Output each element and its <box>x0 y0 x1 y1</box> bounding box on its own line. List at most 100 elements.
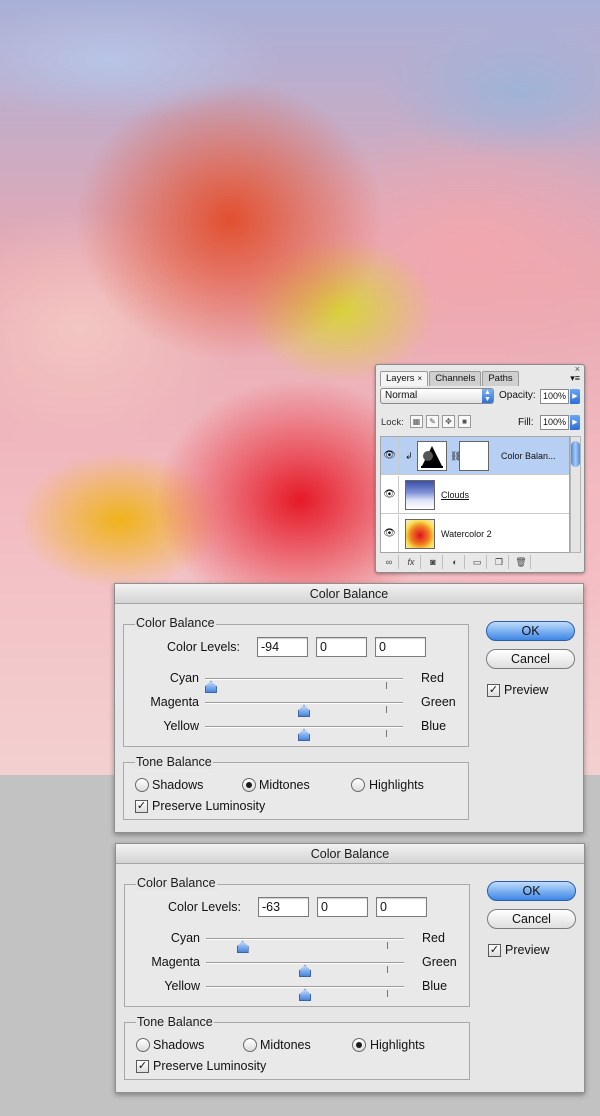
highlights-label: Highlights <box>369 778 424 792</box>
cancel-button[interactable]: Cancel <box>486 649 575 669</box>
fill-field[interactable]: 100% <box>540 415 569 430</box>
preview-checkbox[interactable]: ✓ <box>487 684 500 697</box>
layer-mask-thumbnail <box>459 441 489 471</box>
preserve-luminosity-checkbox[interactable]: ✓ <box>135 800 148 813</box>
cyan-red-slider-row: Cyan Red <box>124 929 470 953</box>
preview-checkbox[interactable]: ✓ <box>488 944 501 957</box>
fill-label: Fill: <box>518 417 534 428</box>
yellow-blue-slider-row: Yellow Blue <box>123 717 469 741</box>
dialog-title[interactable]: Color Balance <box>116 844 584 864</box>
lock-all-icon[interactable]: ■ <box>458 415 471 428</box>
layer-row-clouds[interactable]: 👁 Clouds <box>381 476 569 514</box>
layer-row-watercolor[interactable]: 👁 Watercolor 2 <box>381 515 569 552</box>
group-label: Color Balance <box>135 616 216 630</box>
tab-channels[interactable]: Channels <box>429 371 482 386</box>
magenta-green-slider[interactable] <box>205 702 403 717</box>
adjustment-layer-icon[interactable]: ◐ <box>446 555 465 569</box>
slider-handle[interactable] <box>298 729 310 741</box>
layer-name: Color Balan... <box>501 451 556 461</box>
magenta-green-slider-row: Magenta Green <box>123 693 469 717</box>
preserve-luminosity-label: Preserve Luminosity <box>152 799 266 813</box>
lock-label: Lock: <box>381 417 404 428</box>
add-mask-icon[interactable]: ◙ <box>424 555 443 569</box>
highlights-radio[interactable] <box>351 778 365 792</box>
layers-list: 👁 ↲ ⛓ Color Balan... 👁 Clouds 👁 Watercol… <box>380 436 570 553</box>
yellow-blue-level-input[interactable]: 0 <box>375 637 426 657</box>
eye-icon[interactable]: 👁 <box>381 476 399 514</box>
lock-position-icon[interactable]: ✥ <box>442 415 455 428</box>
ok-button[interactable]: OK <box>487 881 576 901</box>
shadows-label: Shadows <box>153 1038 205 1052</box>
midtones-radio[interactable] <box>243 1038 257 1052</box>
yellow-blue-level-input[interactable]: 0 <box>376 897 427 917</box>
magenta-green-slider[interactable] <box>206 962 404 977</box>
cancel-button[interactable]: Cancel <box>487 909 576 929</box>
preview-label: Preview <box>504 683 549 697</box>
preserve-luminosity-checkbox[interactable]: ✓ <box>136 1060 149 1073</box>
lock-image-icon[interactable]: ✎ <box>426 415 439 428</box>
tone-balance-label: Tone Balance <box>136 1015 214 1029</box>
fill-arrow-icon[interactable]: ▶ <box>570 415 580 430</box>
midtones-label: Midtones <box>260 1038 311 1052</box>
opacity-label: Opacity: <box>499 390 536 401</box>
group-label: Color Balance <box>136 876 217 890</box>
new-layer-icon[interactable]: ❐ <box>490 555 509 569</box>
yellow-blue-slider[interactable] <box>206 986 404 1001</box>
magenta-green-level-input[interactable]: 0 <box>316 637 367 657</box>
midtones-radio[interactable] <box>242 778 256 792</box>
layer-row-color-balance[interactable]: 👁 ↲ ⛓ Color Balan... <box>381 437 569 475</box>
cyan-red-level-input[interactable]: -94 <box>257 637 308 657</box>
color-balance-dialog: Color Balance Color Balance Color Levels… <box>114 583 584 833</box>
magenta-green-level-input[interactable]: 0 <box>317 897 368 917</box>
shadows-radio[interactable] <box>135 778 149 792</box>
color-levels-label: Color Levels: <box>168 900 241 914</box>
slider-handle[interactable] <box>204 681 217 693</box>
fx-icon[interactable]: fx <box>402 555 421 569</box>
layers-scrollbar[interactable] <box>570 436 581 553</box>
clip-arrow-icon: ↲ <box>405 451 413 461</box>
watercolor-thumbnail <box>405 519 435 549</box>
slider-handle[interactable] <box>299 965 311 977</box>
ok-button[interactable]: OK <box>486 621 575 641</box>
lock-transparency-icon[interactable]: ▦ <box>410 415 423 428</box>
highlights-radio[interactable] <box>352 1038 366 1052</box>
preview-label: Preview <box>505 943 550 957</box>
yellow-blue-slider-row: Yellow Blue <box>124 977 470 1001</box>
link-layers-icon[interactable]: ∞ <box>380 555 399 569</box>
layers-panel: × Layers × Channels Paths ▾≡ Normal ▲ ▼ Op… <box>375 364 585 573</box>
slider-handle[interactable] <box>299 989 311 1001</box>
slider-handle[interactable] <box>298 705 310 717</box>
balance-icon <box>421 446 443 468</box>
cyan-red-slider[interactable] <box>206 938 404 953</box>
trash-icon[interactable]: 🗑 <box>512 555 531 569</box>
eye-icon[interactable]: 👁 <box>381 437 399 475</box>
slider-handle[interactable] <box>236 941 249 953</box>
midtones-label: Midtones <box>259 778 310 792</box>
clouds-thumbnail <box>405 480 435 510</box>
eye-icon[interactable]: 👁 <box>381 515 399 552</box>
scroll-thumb[interactable] <box>571 441 580 467</box>
highlights-label: Highlights <box>370 1038 425 1052</box>
close-tab-icon[interactable]: × <box>418 374 423 383</box>
new-group-icon[interactable]: ▭ <box>468 555 487 569</box>
layer-name: Watercolor 2 <box>441 529 492 539</box>
opacity-arrow-icon[interactable]: ▶ <box>570 389 580 404</box>
tab-layers[interactable]: Layers × <box>380 371 429 386</box>
blend-mode-select[interactable]: Normal ▲ ▼ <box>380 388 494 404</box>
shadows-radio[interactable] <box>136 1038 150 1052</box>
panel-menu-icon[interactable]: ▾≡ <box>570 373 580 384</box>
preserve-luminosity-label: Preserve Luminosity <box>153 1059 267 1073</box>
opacity-field[interactable]: 100% <box>540 389 569 404</box>
tone-balance-label: Tone Balance <box>135 755 213 769</box>
cyan-red-slider[interactable] <box>204 678 403 693</box>
tab-paths[interactable]: Paths <box>482 371 519 386</box>
yellow-blue-slider[interactable] <box>205 726 403 741</box>
dialog-title[interactable]: Color Balance <box>115 584 583 604</box>
shadows-label: Shadows <box>152 778 204 792</box>
layer-name: Clouds <box>441 490 470 500</box>
layers-footer: ∞ fx ◙ ◐ ▭ ❐ 🗑 <box>380 555 580 570</box>
updown-arrows-icon: ▲ ▼ <box>482 389 493 403</box>
cyan-red-level-input[interactable]: -63 <box>258 897 309 917</box>
adjustment-thumbnail <box>417 441 447 471</box>
color-levels-label: Color Levels: <box>167 640 240 654</box>
